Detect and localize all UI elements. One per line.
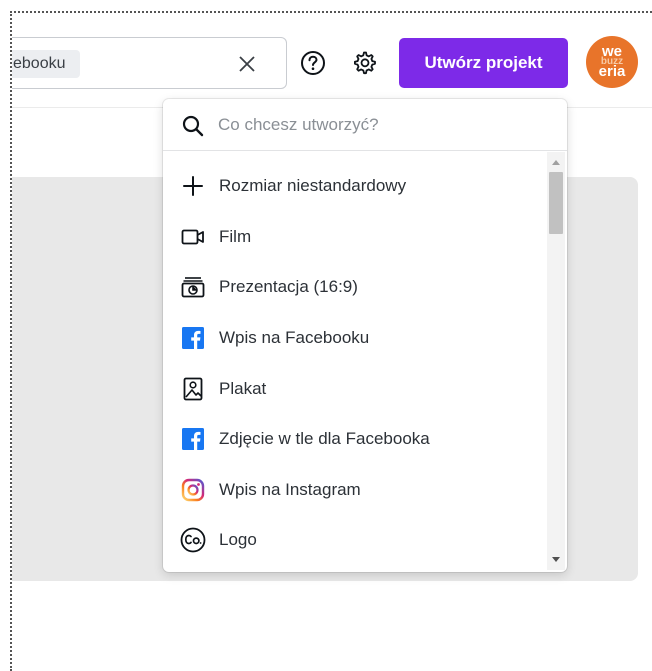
list-item-logo[interactable]: Logo [163,515,545,566]
list-item-label: Rozmiar niestandardowy [219,176,407,196]
dotted-frame-top [10,11,652,13]
list-item-label: Zdjęcie w tle dla Facebooka [219,429,430,449]
facebook-icon [180,426,206,452]
close-icon[interactable] [234,51,260,77]
list-item-presentation[interactable]: Prezentacja (16:9) [163,262,545,313]
logo-icon [180,527,206,553]
list-item-label: Wpis na Facebooku [219,328,370,348]
list-item-label: Prezentacja (16:9) [219,277,358,297]
page: ebooku Utwórz projekt we buzz eria Co ch… [0,0,652,671]
scrollbar-thumb[interactable] [549,172,563,234]
scrollbar[interactable] [547,152,565,570]
facebook-icon [180,325,206,351]
list-item-poster[interactable]: Plakat [163,363,545,414]
avatar-text-line3: eria [598,63,626,80]
avatar[interactable]: we buzz eria [586,36,638,88]
gear-icon[interactable] [349,48,379,78]
search-query-chip[interactable]: ebooku [12,50,80,78]
design-type-list: Rozmiar niestandardowy Film Prezentacja … [163,161,545,566]
search-icon [181,114,205,138]
list-item-facebook-cover[interactable]: Zdjęcie w tle dla Facebooka [163,414,545,465]
poster-icon [180,376,206,402]
design-search [163,99,567,151]
create-design-dropdown: Rozmiar niestandardowy Film [163,99,567,572]
scroll-up-arrow-icon[interactable] [552,160,560,165]
question-circle-icon[interactable] [298,48,328,78]
plus-icon [180,173,206,199]
presentation-icon [180,274,206,300]
list-item-label: Logo [219,530,257,550]
instagram-icon [180,477,206,503]
list-item-custom-size[interactable]: Rozmiar niestandardowy [163,161,545,212]
design-search-input[interactable] [218,111,548,139]
list-item-label: Wpis na Instagram [219,479,361,499]
search-field[interactable]: ebooku [12,37,287,89]
create-design-button[interactable]: Utwórz projekt [399,38,568,88]
list-item-instagram-post[interactable]: Wpis na Instagram [163,465,545,516]
scroll-down-arrow-icon[interactable] [552,557,560,562]
list-item-video[interactable]: Film [163,212,545,263]
list-item-label: Film [219,226,252,246]
video-camera-icon [180,224,206,250]
list-item-facebook-post[interactable]: Wpis na Facebooku [163,313,545,364]
list-item-label: Plakat [219,378,267,398]
header-bar: ebooku Utwórz projekt we buzz eria [12,20,652,108]
